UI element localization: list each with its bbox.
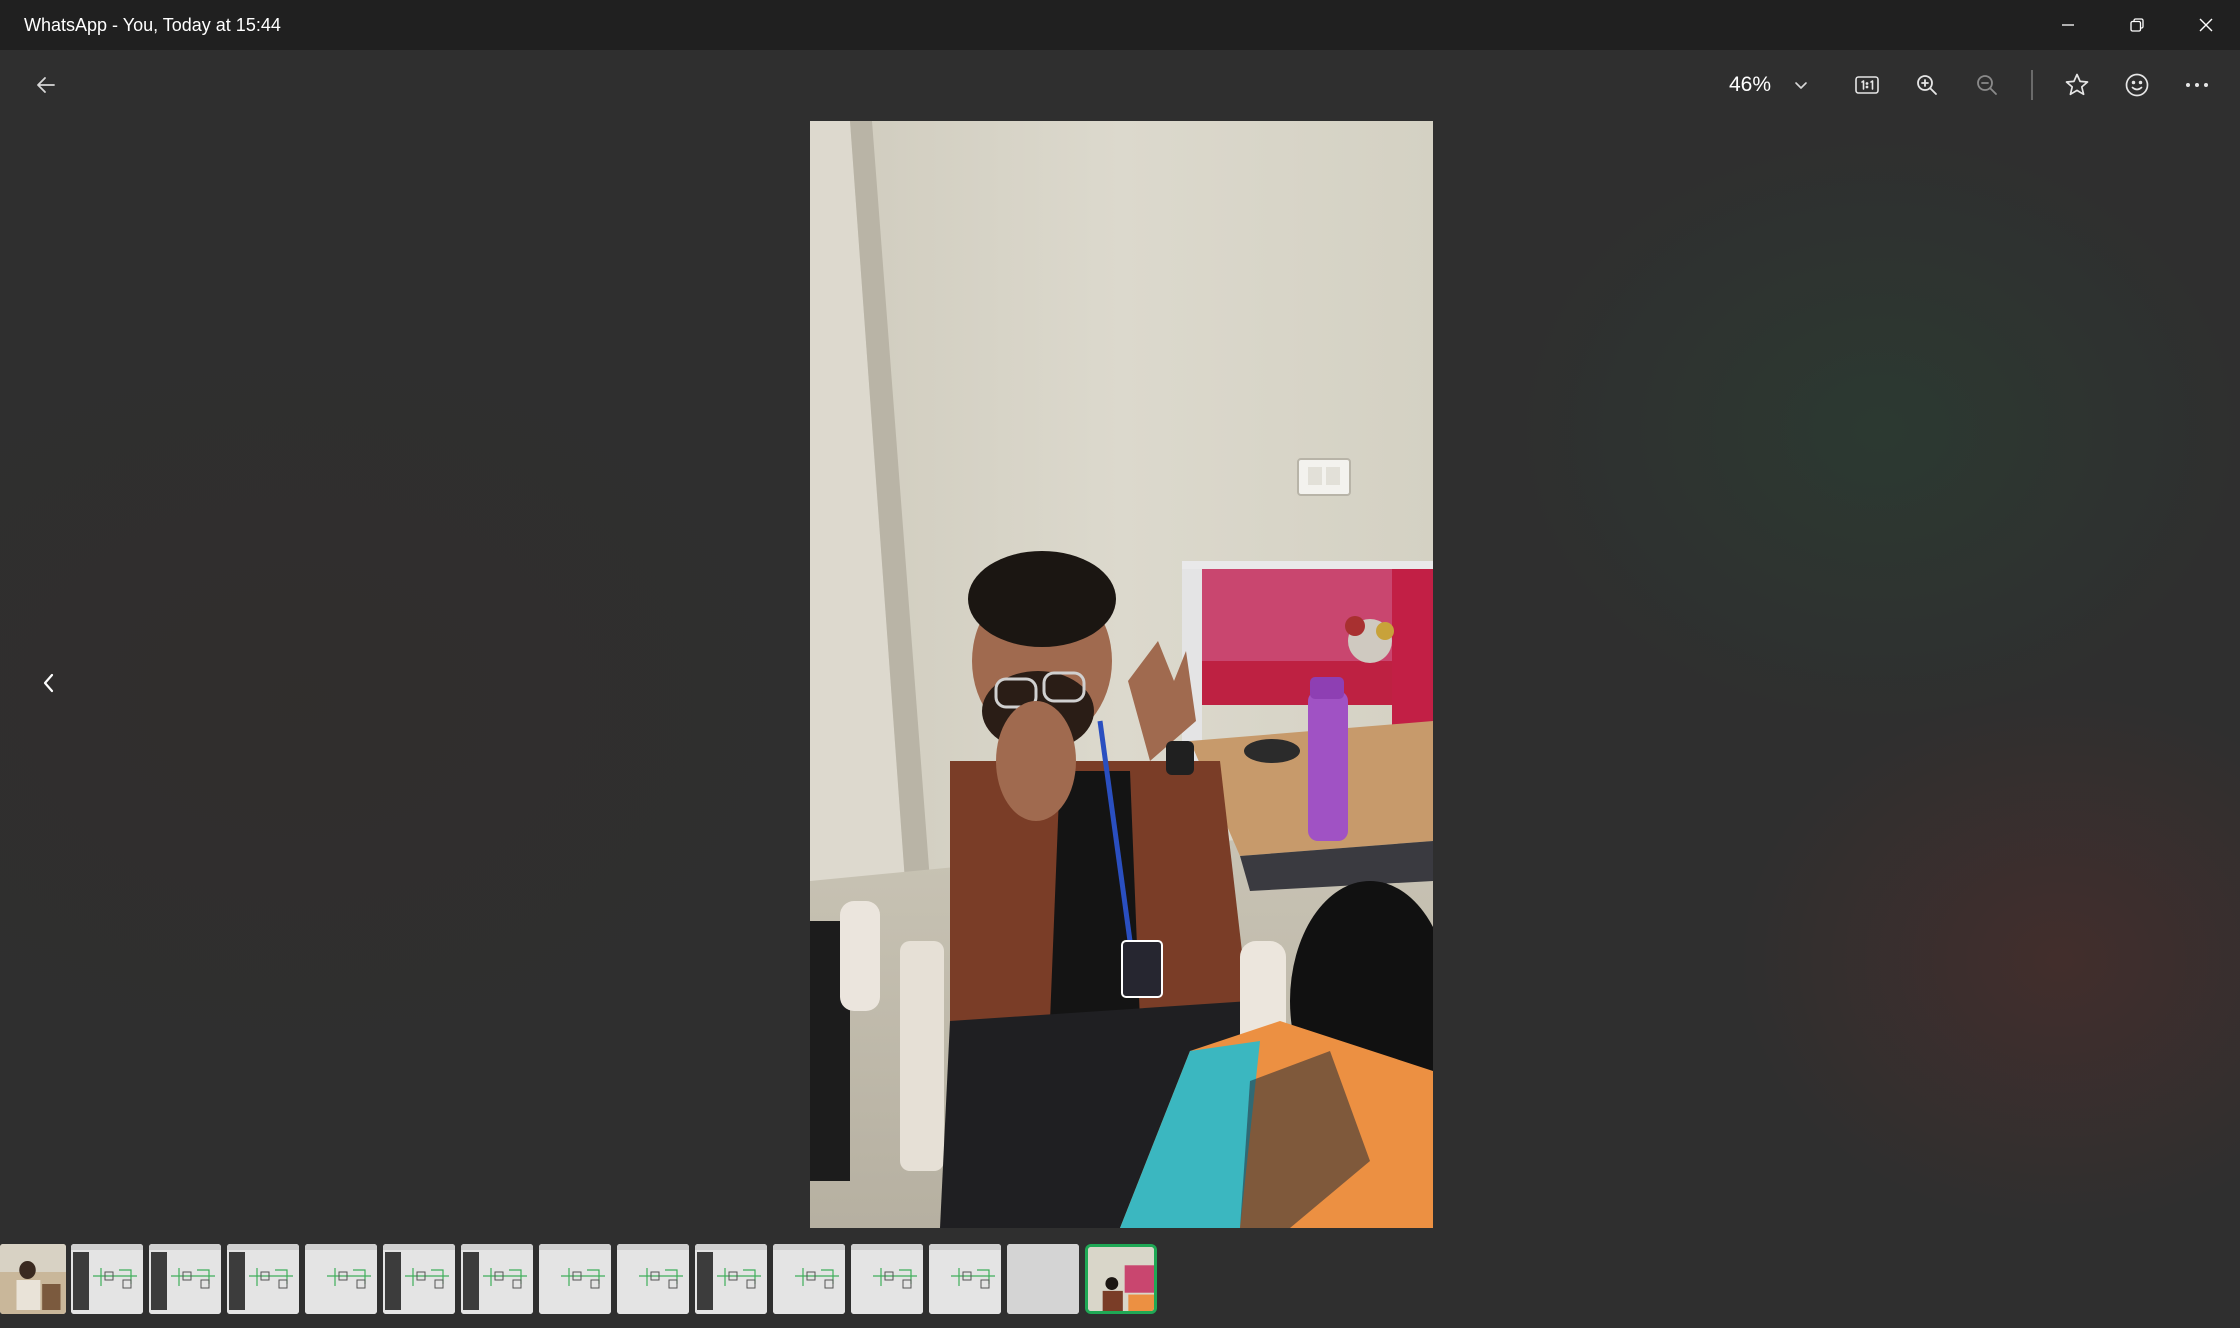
restore-button[interactable] (2102, 0, 2171, 50)
minimize-icon (2061, 24, 2074, 26)
filmstrip-thumbnail[interactable] (149, 1244, 221, 1314)
thumbnail-preview (695, 1244, 767, 1314)
favorite-button[interactable] (2053, 66, 2101, 104)
zoom-out-icon (1977, 75, 1997, 95)
toolbar-divider (2031, 70, 2033, 100)
react-button[interactable] (2113, 66, 2161, 104)
actual-size-icon (1855, 76, 1879, 94)
zoom-in-icon (1917, 75, 1937, 95)
chevron-left-icon (43, 673, 54, 693)
thumbnail-preview (0, 1244, 66, 1314)
media-photo (810, 121, 1433, 1228)
filmstrip-thumbnail[interactable] (0, 1244, 66, 1314)
restore-icon (2129, 18, 2144, 32)
zoom-level: 46% (1728, 73, 1772, 96)
title-bar: WhatsApp - You, Today at 15:44 (0, 0, 2240, 50)
filmstrip-thumbnail[interactable] (227, 1244, 299, 1314)
filmstrip-thumbnail[interactable] (305, 1244, 377, 1314)
thumbnail-preview (149, 1244, 221, 1314)
filmstrip-thumbnail[interactable] (71, 1244, 143, 1314)
window-controls (2033, 0, 2240, 50)
window-title: WhatsApp - You, Today at 15:44 (24, 14, 281, 35)
filmstrip-thumbnail[interactable] (773, 1244, 845, 1314)
filmstrip-thumbnail[interactable] (461, 1244, 533, 1314)
zoom-selector[interactable]: 46% (1716, 66, 1818, 104)
filmstrip (0, 1242, 2240, 1316)
thumbnail-preview (773, 1244, 845, 1314)
filmstrip-thumbnail[interactable] (1088, 1247, 1154, 1311)
thumbnail-preview (383, 1244, 455, 1314)
chevron-down-icon (1795, 82, 1807, 89)
filmstrip-thumbnail[interactable] (383, 1244, 455, 1314)
filmstrip-thumbnail[interactable] (851, 1244, 923, 1314)
more-options-button[interactable] (2173, 66, 2221, 104)
close-icon (2199, 18, 2212, 32)
viewer-toolbar: 46% (0, 50, 2240, 120)
previous-media-button[interactable] (26, 660, 72, 706)
star-icon (2065, 73, 2089, 96)
arrow-left-icon (37, 77, 55, 93)
photo-viewer-window: WhatsApp - You, Today at 15:44 46% (0, 0, 2240, 1328)
zoom-in-button[interactable] (1903, 66, 1951, 104)
thumbnail-preview (227, 1244, 299, 1314)
thumbnail-preview (617, 1244, 689, 1314)
thumbnail-preview (1088, 1247, 1154, 1311)
back-button[interactable] (22, 66, 70, 104)
close-button[interactable] (2171, 0, 2240, 50)
filmstrip-thumbnail[interactable] (695, 1244, 767, 1314)
thumbnail-preview (851, 1244, 923, 1314)
filmstrip-thumbnail[interactable] (539, 1244, 611, 1314)
minimize-button[interactable] (2033, 0, 2102, 50)
emoji-icon (2125, 73, 2149, 97)
thumbnail-preview (539, 1244, 611, 1314)
photo-scene (810, 121, 1433, 1228)
thumbnail-preview (461, 1244, 533, 1314)
zoom-out-button[interactable] (1963, 66, 2011, 104)
more-icon (2186, 83, 2208, 87)
filmstrip-thumbnail[interactable] (929, 1244, 1001, 1314)
filmstrip-thumbnail[interactable] (617, 1244, 689, 1314)
actual-size-button[interactable] (1843, 66, 1891, 104)
filmstrip-thumbnail[interactable] (1007, 1244, 1079, 1314)
thumbnail-preview (305, 1244, 377, 1314)
thumbnail-preview (71, 1244, 143, 1314)
thumbnail-preview (1007, 1244, 1079, 1314)
thumbnail-preview (929, 1244, 1001, 1314)
zoom-dropdown-button[interactable] (1784, 66, 1818, 104)
